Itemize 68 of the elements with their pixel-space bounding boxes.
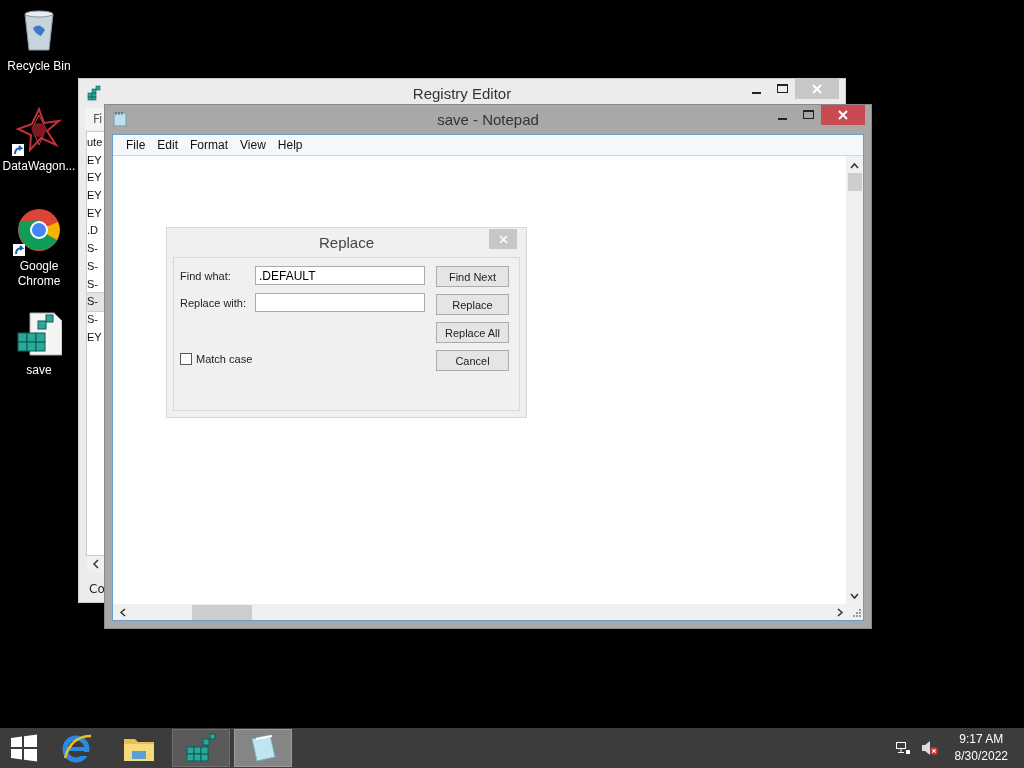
status-text: Co [89,582,105,596]
browser-icon [61,732,93,764]
scroll-thumb[interactable] [847,173,862,191]
star-logo-icon[interactable] [16,107,62,153]
desktop-icon-label[interactable]: DataWagon... [0,159,78,174]
tree-item[interactable]: S- [87,310,104,329]
tree-item[interactable]: EY [87,151,104,170]
tree-item[interactable]: S- [87,240,104,258]
minimize-icon [751,91,761,94]
tree-item[interactable]: EY [87,204,104,223]
menu-item[interactable]: Help [271,138,309,152]
input-field[interactable] [255,293,425,312]
dialog-button[interactable]: Replace All [436,322,509,343]
dialog-title: Replace [318,234,374,251]
menu-item[interactable]: Edit [151,138,185,152]
field-label: Find what: [180,269,232,282]
menu-item[interactable]: View [234,138,272,152]
registry-icon [87,85,103,101]
tree-item[interactable]: ute [87,134,104,152]
clock-date[interactable]: 8/30/2022 [954,748,1008,765]
horizontal-scrollbar[interactable] [113,604,863,620]
tree-item[interactable]: .D [87,222,104,241]
notepad-icon [113,111,127,127]
checkbox-label[interactable]: Match case [196,353,253,365]
speaker-muted-icon[interactable] [920,740,939,756]
menu-item[interactable]: File [120,138,152,152]
maximize-icon [802,110,814,120]
scroll-left-icon[interactable] [92,559,100,569]
input-field[interactable]: .DEFAULT [255,266,425,285]
scroll-down-icon[interactable] [850,593,859,600]
chrome-icon[interactable] [17,208,61,252]
tree-item[interactable]: EY [87,187,104,205]
network-icon[interactable] [894,740,911,756]
menu-item[interactable]: Format [184,138,235,152]
tree-item[interactable]: S- [87,275,104,294]
scroll-left-icon[interactable] [119,607,126,617]
checkbox[interactable] [180,353,192,365]
field-label: Replace with: [180,296,248,309]
close-icon [838,110,848,120]
window-title: Registry Editor [412,85,512,102]
minimize-icon [777,117,787,120]
scroll-up-icon[interactable] [850,162,859,169]
tree-item[interactable]: S- [87,293,104,311]
close-icon [498,234,508,244]
notepad-icon [248,733,278,763]
maximize-icon [776,84,788,94]
dialog-button[interactable]: Replace [436,294,509,315]
registry-file-icon[interactable] [16,311,62,357]
dialog-button[interactable]: Find Next [436,266,509,287]
resize-grip-icon[interactable] [852,607,861,617]
windows-logo-icon [10,734,38,762]
dialog-button[interactable]: Cancel [436,350,509,371]
vertical-scrollbar[interactable] [846,156,863,604]
menu-item[interactable]: Fi [93,112,103,126]
tree-item[interactable]: EY [87,169,104,188]
desktop-icon-label[interactable]: Recycle Bin [0,59,78,74]
clock-time[interactable]: 9:17 AM [959,731,1004,748]
registry-icon [185,733,217,763]
scroll-right-icon[interactable] [837,607,844,617]
tree-item[interactable]: S- [87,257,104,276]
recycle-bin-icon[interactable] [21,8,57,52]
desktop-icon-label[interactable]: Google Chrome [0,259,78,289]
desktop-icon-label[interactable]: save [0,363,78,378]
window-title: save - Notepad [437,111,539,128]
close-button[interactable] [821,105,865,125]
close-icon [812,84,822,94]
tree-item[interactable]: EY [87,328,104,347]
scroll-thumb[interactable] [192,604,252,620]
